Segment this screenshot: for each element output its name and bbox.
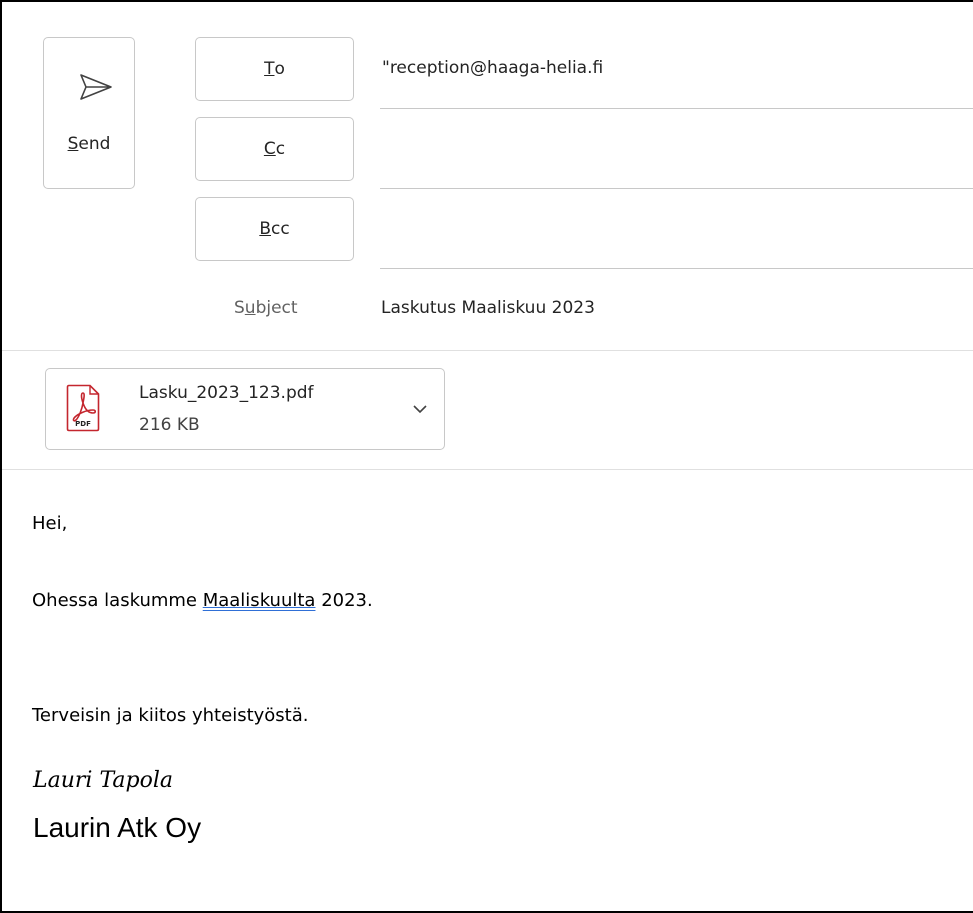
send-button[interactable]: Send: [43, 37, 135, 189]
to-button[interactable]: To: [195, 37, 354, 101]
cc-field[interactable]: [380, 117, 973, 189]
greeting-text: Hei,: [32, 513, 68, 534]
pdf-icon: PDF: [66, 384, 100, 432]
chevron-down-icon[interactable]: [412, 403, 428, 415]
bcc-button[interactable]: Bcc: [195, 197, 354, 261]
spellcheck-flagged-word: Maaliskuulta: [202, 590, 316, 611]
attachment-size: 216 KB: [139, 415, 200, 435]
send-icon: [80, 74, 112, 100]
subject-label: Subject: [234, 298, 298, 318]
pdf-icon-label: PDF: [75, 420, 91, 428]
signature-company: Laurin Atk Oy: [33, 812, 202, 843]
signature-name: Lauri Tapola: [33, 768, 174, 793]
divider: [2, 469, 973, 470]
send-label: Send: [67, 134, 111, 154]
body-line: Ohessa laskumme Maaliskuulta 2023.: [32, 590, 373, 611]
cc-button[interactable]: Cc: [195, 117, 354, 181]
attachment-card[interactable]: PDF Lasku_2023_123.pdf 216 KB: [45, 368, 445, 450]
attachment-name: Lasku_2023_123.pdf: [139, 383, 314, 403]
divider: [2, 350, 973, 351]
closing-text: Terveisin ja kiitos yhteistyöstä.: [32, 705, 309, 726]
bcc-field[interactable]: [380, 197, 973, 269]
to-field[interactable]: "reception@haaga-helia.fi: [380, 37, 973, 109]
to-value: "reception@haaga-helia.fi: [382, 58, 604, 78]
subject-input[interactable]: Laskutus Maaliskuu 2023: [381, 298, 595, 318]
